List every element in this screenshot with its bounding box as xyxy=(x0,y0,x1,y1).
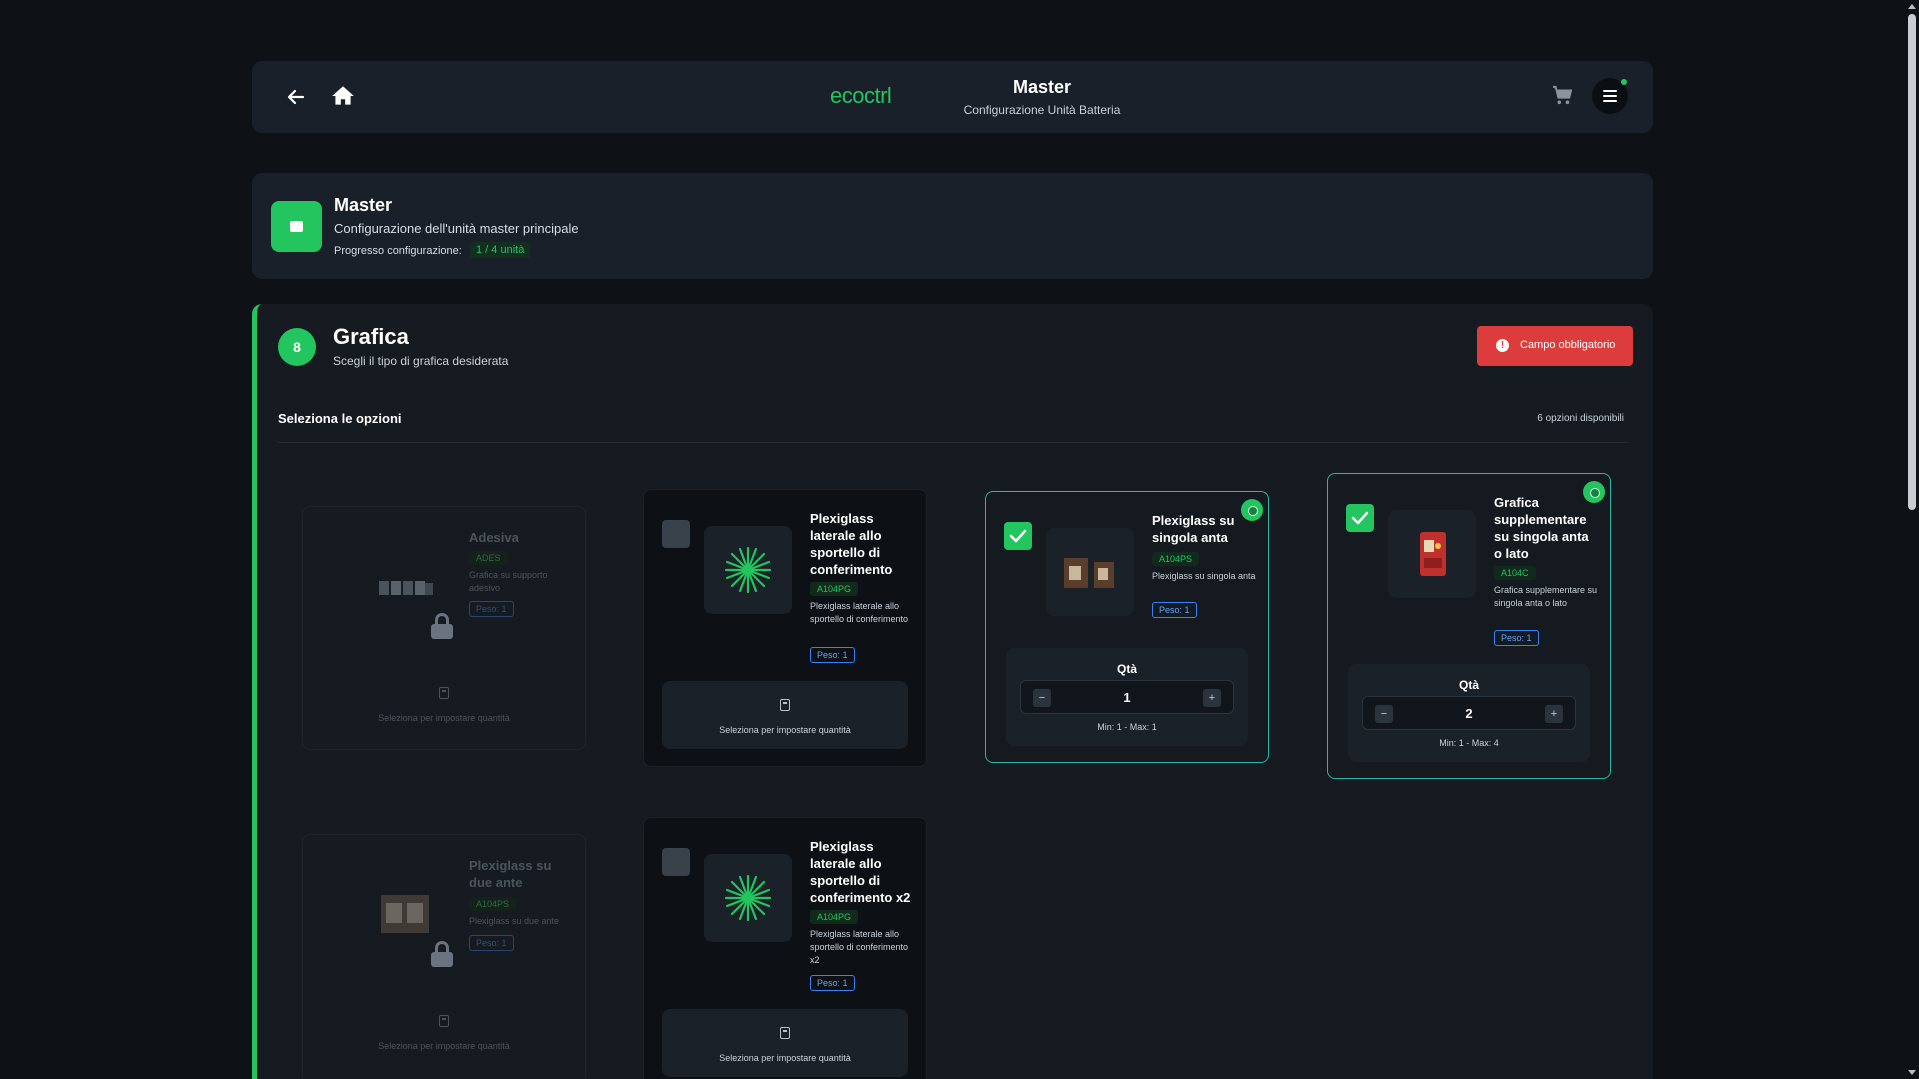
arrow-left-icon[interactable] xyxy=(284,85,308,109)
options-title: Seleziona le opzioni xyxy=(278,411,402,426)
step-number-badge: 8 xyxy=(278,328,316,366)
quantity-hint-text: Seleziona per impostare quantità xyxy=(378,1041,510,1051)
lock-icon xyxy=(431,941,453,967)
quantity-range: Min: 1 - Max: 4 xyxy=(1439,738,1499,748)
increment-button[interactable]: + xyxy=(1545,705,1563,723)
option-checkbox-checked[interactable] xyxy=(1346,504,1374,532)
option-weight-badge: Peso: 1 xyxy=(469,601,514,617)
box-icon xyxy=(271,201,322,252)
page-title: Master xyxy=(1012,77,1072,97)
scroll-up-arrow-icon[interactable] xyxy=(1908,4,1916,9)
hamburger-menu-icon xyxy=(1603,90,1617,102)
option-card-plexiglass-laterale[interactable]: Plexiglass laterale allo sportello di co… xyxy=(643,489,927,767)
brand-logo: ecoctrl xyxy=(830,83,892,108)
required-field-label: Campo obbligatorio xyxy=(1520,339,1616,351)
option-description: Plexiglass su due ante xyxy=(469,916,560,926)
decrement-button[interactable]: − xyxy=(1033,689,1051,707)
option-code: A104PG xyxy=(810,910,859,924)
option-card-plexiglass-due-ante: Plexiglass su due ante A104PS Plexiglass… xyxy=(302,834,586,1079)
quantity-range: Min: 1 - Max: 1 xyxy=(1097,722,1157,732)
option-checkbox[interactable] xyxy=(662,520,690,548)
decrement-button[interactable]: − xyxy=(1375,705,1393,723)
quantity-label: Qtà xyxy=(1116,662,1137,676)
option-name: Adesiva xyxy=(469,530,519,545)
option-code: A104PS xyxy=(469,897,517,911)
stickers-image xyxy=(379,581,433,595)
option-code: A104PS xyxy=(1152,552,1200,566)
quantity-stepper[interactable]: − 2 + xyxy=(1362,696,1576,730)
quantity-box: Qtà − 1 + Min: 1 - Max: 1 xyxy=(1006,648,1248,746)
option-name: Plexiglass su singola anta xyxy=(1152,513,1235,545)
option-card-plexiglass-singola-anta[interactable]: Plexiglass su singola anta A104PS Plexig… xyxy=(985,491,1269,763)
quantity-box: Qtà − 2 + Min: 1 - Max: 4 xyxy=(1348,664,1590,762)
option-card-grafica-supplementare[interactable]: Grafica supplementare su singola anta o … xyxy=(1327,473,1611,779)
green-burst-icon xyxy=(704,526,792,614)
option-description: Plexiglass laterale allo sportello di co… xyxy=(810,601,909,624)
calculator-icon xyxy=(780,699,790,711)
double-cabinet-image xyxy=(381,895,429,933)
option-description: Grafica su supporto adesivo xyxy=(469,570,548,593)
quantity-value[interactable]: 1 xyxy=(1061,690,1193,705)
option-weight-badge: Peso: 1 xyxy=(810,647,855,663)
progress-label: Progresso configurazione: xyxy=(334,245,462,257)
quantity-hint: Seleziona per impostare quantità xyxy=(662,1009,908,1077)
lock-icon xyxy=(431,613,453,639)
option-checkbox-checked[interactable] xyxy=(1004,522,1032,550)
cabinet-image xyxy=(1046,528,1134,616)
quantity-hint-text: Seleziona per impostare quantità xyxy=(719,725,851,735)
notification-dot xyxy=(1621,79,1627,85)
quantity-hint: Seleziona per impostare quantità xyxy=(662,681,908,749)
option-description: Plexiglass su singola anta xyxy=(1152,571,1256,581)
menu-button[interactable] xyxy=(1592,78,1628,114)
calculator-icon xyxy=(439,1015,449,1027)
quantity-label: Qtà xyxy=(1458,678,1479,692)
top-bar: ecoctrl Master Configurazione Unità Batt… xyxy=(252,61,1653,133)
option-description: Grafica supplementare su singola anta o … xyxy=(1494,585,1598,608)
option-checkbox[interactable] xyxy=(662,848,690,876)
quantity-stepper[interactable]: − 1 + xyxy=(1020,680,1234,714)
increment-button[interactable]: + xyxy=(1203,689,1221,707)
option-name: Grafica supplementare su singola anta o … xyxy=(1494,495,1589,561)
section-title: Grafica xyxy=(333,324,409,349)
option-description: Plexiglass laterale allo sportello di co… xyxy=(810,929,909,965)
option-weight-badge: Peso: 1 xyxy=(1152,602,1197,618)
quantity-hint-text: Seleziona per impostare quantità xyxy=(719,1053,851,1063)
option-name: Plexiglass laterale allo sportello di co… xyxy=(810,511,893,577)
scroll-down-arrow-icon[interactable] xyxy=(1908,1070,1916,1075)
progress-badge: 1 / 4 unità xyxy=(470,242,531,258)
divider xyxy=(278,442,1629,443)
master-subtitle: Configurazione dell'unità master princip… xyxy=(334,221,579,236)
master-card: Master Configurazione dell'unità master … xyxy=(252,173,1653,279)
option-weight-badge: Peso: 1 xyxy=(469,935,514,951)
quantity-hint-text: Seleziona per impostare quantità xyxy=(378,713,510,723)
grafica-section: 8 Grafica Scegli il tipo di grafica desi… xyxy=(252,304,1653,1079)
options-count: 6 opzioni disponibili xyxy=(1537,413,1624,424)
option-code: A104PG xyxy=(810,582,859,596)
option-name: Plexiglass laterale allo sportello di co… xyxy=(810,839,911,905)
option-weight-badge: Peso: 1 xyxy=(810,975,855,991)
calculator-icon xyxy=(439,687,449,699)
green-burst-icon xyxy=(704,854,792,942)
quantity-hint: Seleziona per impostare quantità xyxy=(321,997,567,1065)
section-subtitle: Scegli il tipo di grafica desiderata xyxy=(333,354,509,368)
option-code: A104C xyxy=(1494,566,1536,580)
page-subtitle: Configurazione Unità Batteria xyxy=(963,103,1121,117)
required-field-badge[interactable]: ! Campo obbligatorio xyxy=(1477,326,1633,366)
home-icon[interactable] xyxy=(330,83,356,109)
quantity-hint: Seleziona per impostare quantità xyxy=(321,669,567,737)
quantity-value[interactable]: 2 xyxy=(1403,706,1535,721)
scrollbar-thumb[interactable] xyxy=(1908,14,1916,510)
red-cabinet-image xyxy=(1388,510,1476,598)
option-card-plexiglass-laterale-x2[interactable]: Plexiglass laterale allo sportello di co… xyxy=(643,817,927,1079)
master-title: Master xyxy=(334,195,393,215)
alert-icon: ! xyxy=(1496,339,1509,352)
page-scrollbar[interactable] xyxy=(1905,0,1919,1079)
option-name: Plexiglass su due ante xyxy=(469,858,552,890)
option-code: ADES xyxy=(469,551,508,565)
calculator-icon xyxy=(780,1027,790,1039)
cart-icon[interactable] xyxy=(1551,85,1573,105)
option-card-adesiva: Adesiva ADES Grafica su supporto adesivo… xyxy=(302,506,586,750)
option-weight-badge: Peso: 1 xyxy=(1494,630,1539,646)
